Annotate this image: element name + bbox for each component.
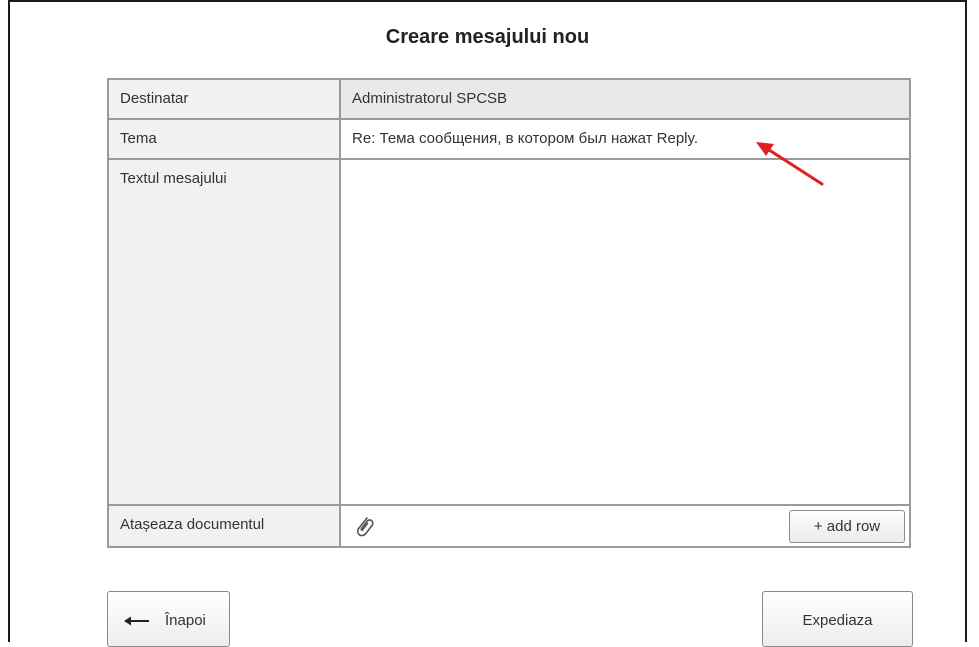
back-button[interactable]: Înapoi [107, 591, 230, 647]
send-button-label: Expediaza [802, 612, 873, 629]
paperclip-icon[interactable] [353, 512, 375, 538]
message-form: Destinatar Administratorul SPCSB Tema Re… [107, 78, 911, 548]
recipient-label: Destinatar [107, 78, 341, 120]
arrow-left-icon [124, 616, 149, 626]
send-button[interactable]: Expediaza [762, 591, 913, 647]
attachment-field[interactable]: + add row [339, 504, 911, 548]
add-row-button[interactable]: + add row [789, 510, 905, 543]
page-title: Creare mesajului nou [385, 26, 590, 48]
attachment-label: Atașeaza documentul [107, 504, 341, 548]
subject-row: Tema Re: Тема сообщения, в котором был н… [107, 118, 911, 160]
message-body-textarea[interactable] [339, 158, 911, 506]
subject-field[interactable]: Re: Тема сообщения, в котором был нажат … [339, 118, 911, 160]
attachment-row: Atașeaza documentul + add row [107, 504, 911, 548]
subject-label: Tema [107, 118, 341, 160]
recipient-row: Destinatar Administratorul SPCSB [107, 78, 911, 120]
body-label: Textul mesajului [107, 158, 341, 506]
page-frame: Creare mesajului nou Destinatar Administ… [8, 0, 967, 647]
back-button-label: Înapoi [165, 612, 206, 629]
body-row: Textul mesajului [107, 158, 911, 506]
recipient-field: Administratorul SPCSB [339, 78, 911, 120]
